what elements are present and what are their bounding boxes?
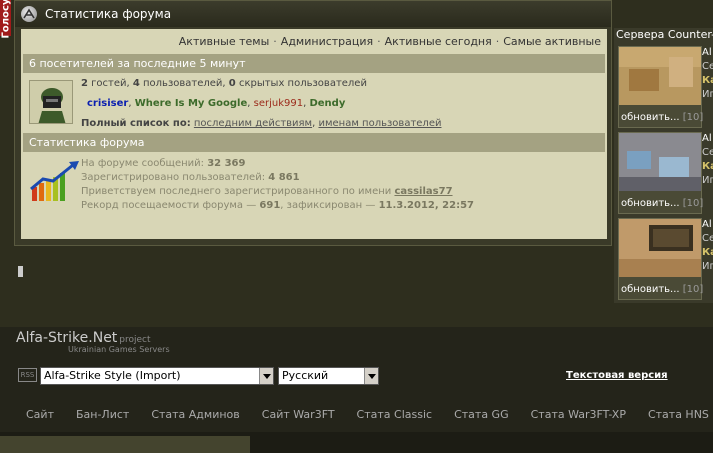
visitors-header: 6 посетителей за последние 5 минут — [23, 54, 605, 73]
server-refresh[interactable]: обновить... [10] — [621, 112, 703, 123]
vote-tab-label: Голосу — [0, 0, 12, 38]
nav-site[interactable]: Сайт — [26, 408, 54, 421]
stats-list: На форуме сообщений: 32 369 Зарегистриро… — [81, 157, 474, 213]
nav-war3ft-xp-stats[interactable]: Стата War3FT-XP — [531, 408, 626, 421]
nav-classic-stats[interactable]: Стата Classic — [357, 408, 433, 421]
nav-admin-stats[interactable]: Стата Админов — [151, 408, 239, 421]
user-link[interactable]: Where Is My Google — [135, 98, 248, 109]
server-refresh[interactable]: обновить... [10] — [621, 198, 703, 209]
stats-chart-icon — [30, 161, 79, 201]
online-users: crisiser, Where Is My Google, serjuk991,… — [87, 98, 346, 109]
server-card[interactable]: обновить... [10] — [618, 132, 703, 214]
link-active-today[interactable]: Активные сегодня — [385, 35, 492, 48]
server-side-info: AlСеКаИг — [702, 133, 713, 186]
link-by-actions[interactable]: последним действиям — [194, 118, 312, 129]
nav-war3ft-site[interactable]: Сайт War3FT — [262, 408, 335, 421]
chevron-down-icon — [259, 368, 273, 384]
avatar — [29, 80, 73, 124]
nav-banlist[interactable]: Бан-Лист — [76, 408, 129, 421]
stat-messages: На форуме сообщений: 32 369 — [81, 158, 246, 169]
stats-content: Активные темы · Администрация · Активные сег… — [21, 29, 607, 239]
bottom-window-edge — [0, 436, 250, 453]
server-card[interactable]: обновить... [10] — [618, 46, 703, 128]
link-by-names[interactable]: именам пользователей — [318, 118, 441, 129]
text-version-link[interactable]: Текстовая версия — [566, 370, 668, 381]
user-link[interactable]: crisiser — [87, 98, 128, 109]
language-select[interactable]: Русский — [278, 367, 379, 385]
map-thumbnail — [619, 133, 701, 191]
server-refresh[interactable]: обновить... [10] — [621, 284, 703, 295]
top-links: Активные темы · Администрация · Активные сег… — [178, 35, 601, 48]
map-thumbnail — [619, 219, 701, 277]
link-active-topics[interactable]: Активные темы — [179, 35, 270, 48]
link-most-active[interactable]: Самые активные — [503, 35, 601, 48]
online-summary: 2 гостей, 4 пользователей, 0 скрытых пол… — [81, 78, 367, 89]
window-title-bar: Статистика форума — [15, 1, 611, 27]
user-link[interactable]: serjuk991 — [254, 98, 303, 109]
scroll-handle[interactable] — [18, 266, 23, 277]
stat-registered: Зарегистрировано пользователей: 4 861 — [81, 172, 300, 183]
rss-icon[interactable]: RSS — [18, 368, 37, 382]
link-administration[interactable]: Администрация — [281, 35, 373, 48]
window-title: Статистика форума — [45, 7, 172, 21]
footer-subtitle: Ukrainian Games Servers — [68, 345, 170, 354]
stat-record: Рекорд посещаемости форума — 691, зафикс… — [81, 200, 474, 211]
server-side-info: AlСеКаИг — [702, 219, 713, 272]
nav-hns-stats[interactable]: Стата HNS — [648, 408, 709, 421]
full-list: Полный список по: последним действиям, и… — [81, 118, 442, 129]
forum-stats-header: Статистика форума — [23, 133, 605, 152]
servers-panel: Сервера Counter-St обновить... [10] AlСе… — [614, 28, 713, 303]
vote-tab[interactable]: Голосу — [0, 0, 12, 38]
style-select[interactable]: Alfa-Strike Style (Import) — [40, 367, 274, 385]
footer-nav: Сайт Бан-Лист Стата Админов Сайт War3FT … — [26, 408, 713, 421]
user-link[interactable]: Dendy — [309, 98, 345, 109]
alfa-logo-icon — [21, 6, 37, 22]
server-card[interactable]: обновить... [10] — [618, 218, 703, 300]
footer-brand: Alfa-Strike.Net project — [16, 330, 151, 346]
nav-gg-stats[interactable]: Стата GG — [454, 408, 509, 421]
forum-stats-window: Статистика форума Активные темы · Админист… — [14, 0, 612, 246]
server-side-info: AlСеКаИг — [702, 47, 713, 100]
servers-header: Сервера Counter-St — [616, 28, 713, 41]
latest-user-link[interactable]: cassilas77 — [394, 186, 452, 197]
map-thumbnail — [619, 47, 701, 105]
chevron-down-icon — [364, 368, 378, 384]
stat-latest: Приветствуем последнего зарегистрированн… — [81, 186, 453, 197]
